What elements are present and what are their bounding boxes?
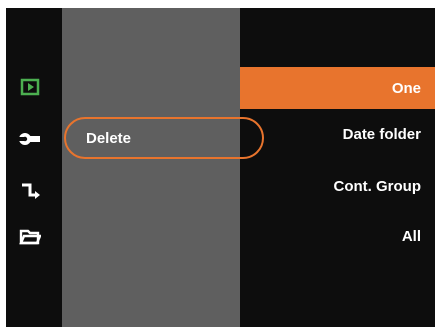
menu-item-delete[interactable]: Delete <box>64 117 264 159</box>
folder-icon[interactable] <box>15 224 45 250</box>
wrench-icon[interactable] <box>15 126 45 152</box>
camera-menu-screen: Delete One Date folder Cont. Group All <box>6 8 435 327</box>
menu-panel <box>62 8 240 327</box>
submenu-option-all[interactable]: All <box>240 215 435 257</box>
menu-item-delete-label: Delete <box>86 129 132 147</box>
connection-icon[interactable] <box>15 178 45 204</box>
submenu-panel: One Date folder Cont. Group All <box>240 8 435 327</box>
submenu-option-label: One <box>391 79 421 97</box>
submenu-option-label: Date folder <box>342 125 421 143</box>
menu-category-rail <box>6 8 62 327</box>
submenu-option-label: Cont. Group <box>333 177 421 195</box>
playback-icon[interactable] <box>15 74 45 100</box>
submenu-option-date-folder[interactable]: Date folder <box>240 113 435 155</box>
submenu-option-label: All <box>401 227 421 245</box>
submenu-option-one[interactable]: One <box>240 67 435 109</box>
submenu-option-cont-group[interactable]: Cont. Group <box>240 165 435 207</box>
